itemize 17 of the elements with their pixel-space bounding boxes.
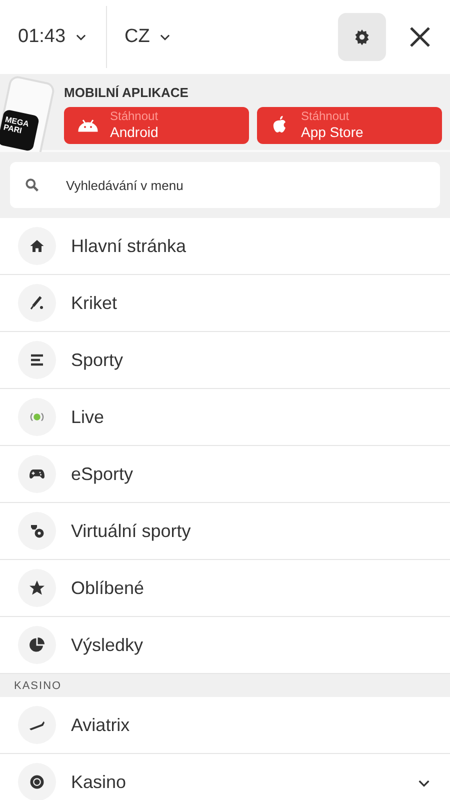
home-icon xyxy=(28,237,46,255)
app-logo: MEGA PARI xyxy=(2,116,30,138)
gear-icon xyxy=(353,28,371,46)
close-button[interactable] xyxy=(408,24,432,50)
settings-button[interactable] xyxy=(338,13,386,61)
poker-chip-icon xyxy=(28,773,46,791)
banner-title: MOBILNÍ APLIKACE xyxy=(64,84,190,102)
star-icon xyxy=(28,579,46,597)
section-heading: KASINO xyxy=(0,674,450,697)
android-button[interactable]: Stáhnout Android xyxy=(64,106,249,144)
time-dropdown[interactable]: 01:43 xyxy=(18,22,88,52)
app-store-button[interactable]: Stáhnout App Store xyxy=(257,106,442,144)
close-icon xyxy=(408,24,432,49)
language-dropdown[interactable]: CZ xyxy=(124,22,172,52)
cricket-bat-icon xyxy=(28,294,46,312)
search-field[interactable]: Vyhledávání v menu xyxy=(10,162,440,208)
pie-chart-icon xyxy=(28,636,46,654)
